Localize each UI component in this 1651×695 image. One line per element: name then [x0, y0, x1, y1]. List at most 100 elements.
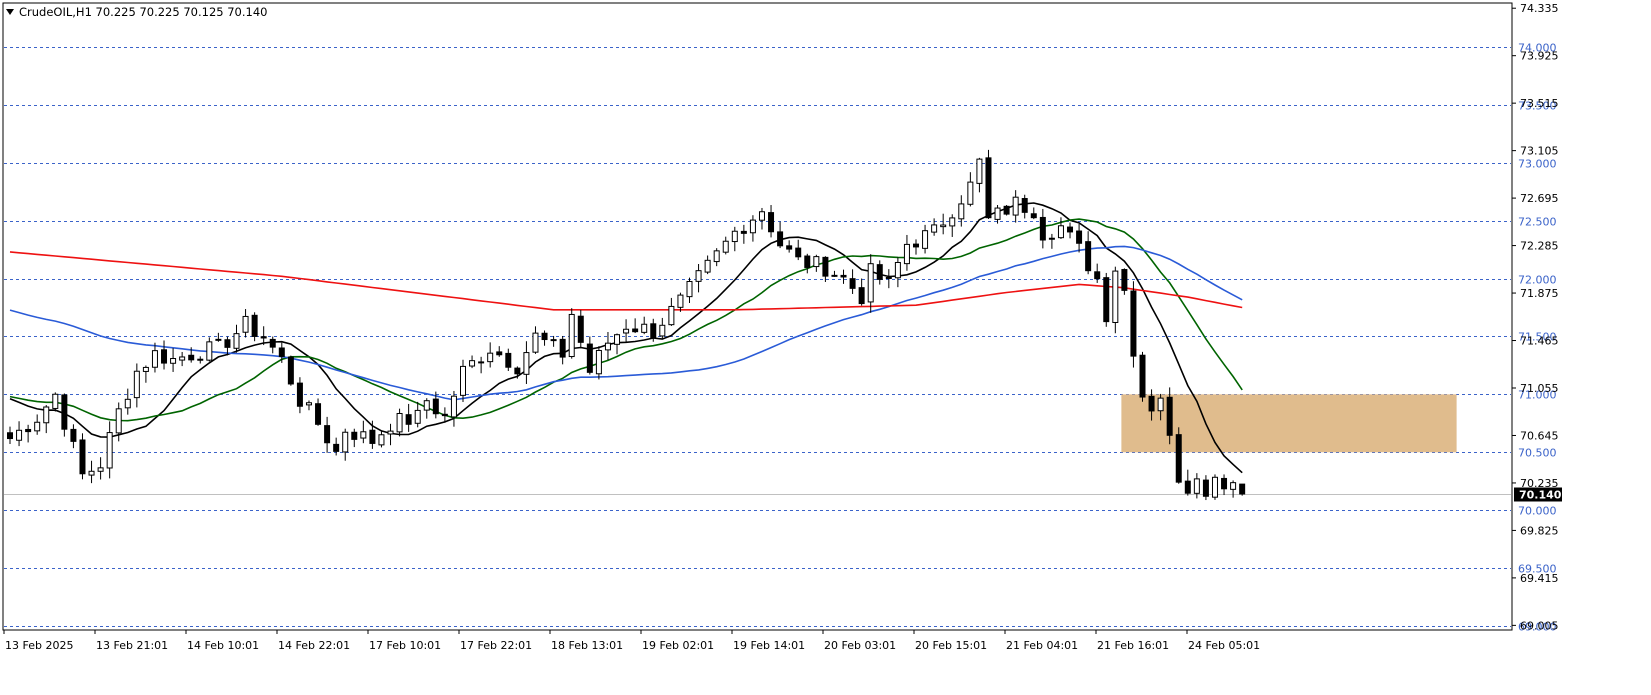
- candle[interactable]: [1003, 205, 1010, 215]
- candle[interactable]: [777, 231, 784, 247]
- candle[interactable]: [650, 323, 657, 339]
- candle[interactable]: [1103, 277, 1110, 323]
- candle[interactable]: [1175, 434, 1182, 483]
- candle[interactable]: [668, 305, 675, 326]
- price-chart[interactable]: 74.00073.50073.00072.50072.00071.50071.0…: [0, 0, 1651, 691]
- candle[interactable]: [940, 224, 947, 228]
- candle[interactable]: [604, 342, 611, 351]
- candle[interactable]: [985, 157, 992, 219]
- candle[interactable]: [16, 429, 23, 441]
- candle[interactable]: [296, 382, 303, 407]
- candle[interactable]: [224, 339, 231, 348]
- candle[interactable]: [251, 314, 258, 337]
- chart-plot-area[interactable]: [2, 2, 1513, 631]
- candle[interactable]: [1067, 226, 1074, 233]
- candle[interactable]: [305, 402, 312, 406]
- candle[interactable]: [713, 250, 720, 263]
- candle[interactable]: [831, 274, 838, 277]
- candle[interactable]: [333, 443, 340, 452]
- candle[interactable]: [758, 211, 765, 221]
- candle[interactable]: [704, 259, 711, 273]
- candle[interactable]: [441, 413, 448, 417]
- candle[interactable]: [550, 339, 557, 342]
- candle[interactable]: [43, 406, 50, 424]
- candle[interactable]: [88, 470, 95, 476]
- candle[interactable]: [133, 370, 140, 399]
- candle[interactable]: [79, 439, 86, 475]
- candle[interactable]: [197, 358, 204, 361]
- candle[interactable]: [894, 261, 901, 279]
- candle[interactable]: [1085, 241, 1092, 272]
- candle[interactable]: [161, 349, 168, 364]
- candle[interactable]: [1157, 397, 1164, 412]
- candle[interactable]: [1139, 354, 1146, 398]
- candle[interactable]: [52, 393, 59, 409]
- candle[interactable]: [106, 432, 113, 469]
- candle[interactable]: [423, 400, 430, 411]
- candle[interactable]: [1211, 476, 1218, 498]
- candle[interactable]: [922, 230, 929, 249]
- candle[interactable]: [523, 352, 530, 375]
- candle[interactable]: [659, 324, 666, 337]
- candle[interactable]: [505, 352, 512, 368]
- candle[interactable]: [976, 158, 983, 184]
- candle[interactable]: [1230, 482, 1237, 490]
- candle[interactable]: [949, 217, 956, 227]
- candle[interactable]: [876, 264, 883, 280]
- candle[interactable]: [867, 263, 874, 303]
- candle[interactable]: [577, 315, 584, 343]
- candle[interactable]: [188, 354, 195, 361]
- candle[interactable]: [586, 343, 593, 373]
- candle[interactable]: [677, 294, 684, 308]
- candle[interactable]: [568, 313, 575, 358]
- candle[interactable]: [614, 334, 621, 345]
- candle[interactable]: [641, 323, 648, 333]
- candle[interactable]: [840, 274, 847, 278]
- candle[interactable]: [496, 351, 503, 356]
- candle[interactable]: [822, 256, 829, 277]
- candle[interactable]: [731, 230, 738, 243]
- candle[interactable]: [179, 356, 186, 361]
- candle[interactable]: [460, 365, 466, 396]
- candle[interactable]: [269, 338, 276, 348]
- candle[interactable]: [151, 350, 158, 368]
- candle[interactable]: [324, 425, 331, 444]
- candle[interactable]: [532, 332, 539, 353]
- candle[interactable]: [414, 409, 421, 424]
- candle[interactable]: [514, 367, 521, 375]
- candle[interactable]: [1021, 198, 1028, 213]
- candle[interactable]: [450, 395, 457, 418]
- candle[interactable]: [722, 240, 729, 253]
- candle[interactable]: [1130, 290, 1137, 357]
- candle[interactable]: [342, 431, 349, 453]
- candle[interactable]: [25, 428, 32, 433]
- candle[interactable]: [206, 341, 213, 361]
- candle[interactable]: [1112, 270, 1119, 323]
- candle[interactable]: [1166, 396, 1173, 436]
- candle[interactable]: [469, 360, 476, 367]
- candle[interactable]: [1039, 216, 1046, 241]
- candle[interactable]: [432, 398, 439, 415]
- candle[interactable]: [61, 394, 68, 430]
- candle[interactable]: [233, 333, 240, 349]
- candle[interactable]: [623, 328, 630, 334]
- candle[interactable]: [287, 356, 294, 385]
- candle[interactable]: [378, 434, 385, 446]
- candle[interactable]: [478, 361, 485, 364]
- candle[interactable]: [1193, 478, 1200, 494]
- candle[interactable]: [813, 256, 820, 268]
- candle[interactable]: [768, 212, 775, 233]
- candle[interactable]: [142, 366, 149, 372]
- candle[interactable]: [931, 224, 938, 233]
- candle[interactable]: [695, 270, 702, 282]
- candle[interactable]: [858, 287, 865, 305]
- candle[interactable]: [7, 432, 13, 440]
- candle[interactable]: [387, 430, 394, 435]
- candle[interactable]: [369, 429, 376, 444]
- candle[interactable]: [740, 230, 747, 234]
- candle[interactable]: [1221, 477, 1228, 490]
- candle[interactable]: [242, 315, 249, 333]
- candle[interactable]: [1057, 225, 1064, 239]
- candle[interactable]: [124, 398, 131, 409]
- candle[interactable]: [70, 428, 77, 442]
